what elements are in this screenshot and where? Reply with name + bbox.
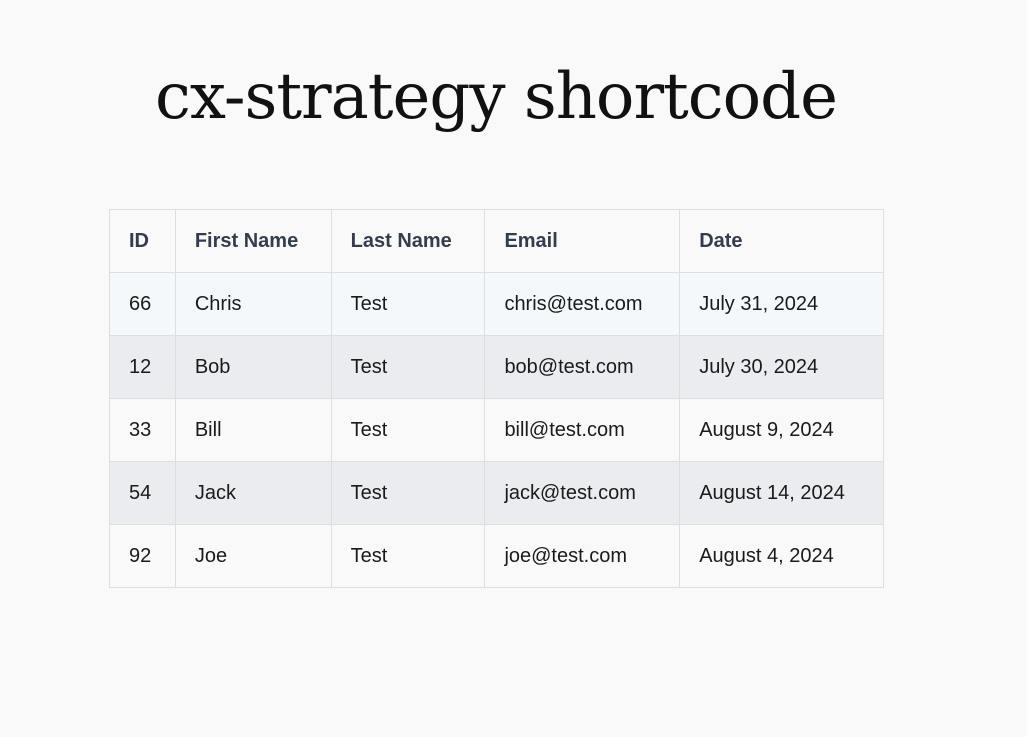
cell-id: 12 [109,335,176,399]
data-table: ID First Name Last Name Email Date 66 Ch… [109,209,884,588]
cell-first-name: Joe [174,524,332,588]
cell-id: 54 [109,461,176,525]
cell-email: jack@test.com [484,461,681,525]
table-row: 33 Bill Test bill@test.com August 9, 202… [109,398,884,462]
column-header-last-name: Last Name [330,209,486,273]
cell-date: July 30, 2024 [679,335,884,399]
table-row: 54 Jack Test jack@test.com August 14, 20… [109,461,884,525]
cell-date: July 31, 2024 [679,272,884,336]
cell-email: joe@test.com [484,524,681,588]
cell-date: August 4, 2024 [679,524,884,588]
page: cx-strategy shortcode ID First Name Last… [0,0,1027,737]
cell-last-name: Test [330,335,486,399]
cell-email: bob@test.com [484,335,681,399]
cell-last-name: Test [330,461,486,525]
page-title: cx-strategy shortcode [155,60,838,134]
table-header: ID First Name Last Name Email Date [109,209,884,273]
cell-first-name: Bill [174,398,332,462]
cell-date: August 9, 2024 [679,398,884,462]
column-header-email: Email [484,209,681,273]
table-row: 66 Chris Test chris@test.com July 31, 20… [109,272,884,336]
table-row: 92 Joe Test joe@test.com August 4, 2024 [109,524,884,588]
cell-email: chris@test.com [484,272,681,336]
column-header-first-name: First Name [174,209,332,273]
cell-email: bill@test.com [484,398,681,462]
cell-id: 33 [109,398,176,462]
cell-date: August 14, 2024 [679,461,884,525]
table-body: 66 Chris Test chris@test.com July 31, 20… [109,272,884,588]
cell-first-name: Bob [174,335,332,399]
column-header-id: ID [109,209,176,273]
cell-last-name: Test [330,272,486,336]
cell-last-name: Test [330,524,486,588]
cell-first-name: Chris [174,272,332,336]
cell-last-name: Test [330,398,486,462]
cell-id: 66 [109,272,176,336]
table-row: 12 Bob Test bob@test.com July 30, 2024 [109,335,884,399]
column-header-date: Date [679,209,884,273]
table-header-row: ID First Name Last Name Email Date [109,209,884,273]
cell-first-name: Jack [174,461,332,525]
cell-id: 92 [109,524,176,588]
